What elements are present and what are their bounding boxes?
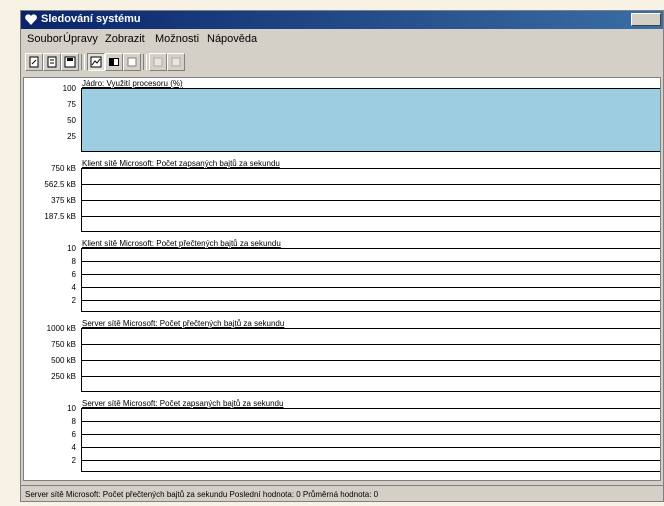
y-tick-label: 100 (62, 84, 76, 93)
gridline (82, 184, 660, 185)
gridline (82, 344, 660, 345)
graph-title: Server sítě Microsoft: Počet zapsaných b… (82, 399, 284, 408)
y-tick-label: 2 (71, 456, 76, 465)
y-tick-label: 10 (67, 404, 76, 413)
add-counter-icon (153, 57, 163, 67)
performance-monitor-window: Sledování systému Soubor Úpravy Zobrazit… (20, 10, 664, 502)
y-tick-label: 4 (71, 443, 76, 452)
y-tick-label: 2 (71, 296, 76, 305)
open-icon (47, 56, 57, 68)
gridline (82, 434, 660, 435)
cpu-usage-fill (82, 88, 660, 151)
open-button[interactable] (43, 53, 61, 71)
menu-zobrazit[interactable]: Zobrazit (105, 33, 145, 45)
client-bytes-read-graph: Klient sítě Microsoft: Počet přečtených … (24, 238, 660, 316)
gridline (82, 421, 660, 422)
gridline (82, 376, 660, 377)
y-tick-label: 75 (67, 100, 76, 109)
graph-title: Jádro: Využití procesoru (%) (82, 79, 183, 88)
status-bar: Server sítě Microsoft: Počet přečtených … (21, 485, 663, 501)
y-tick-label: 8 (71, 257, 76, 266)
remove-counter-icon (171, 57, 181, 67)
y-tick-label: 8 (71, 417, 76, 426)
y-tick-label: 562.5 kB (44, 180, 76, 189)
gridline (82, 287, 660, 288)
menu-napoveda[interactable]: Nápověda (207, 33, 257, 45)
plot-area (81, 328, 660, 392)
title-bar[interactable]: Sledování systému (21, 11, 663, 29)
cpu-usage-graph: Jádro: Využití procesoru (%) 100 75 50 2… (24, 78, 660, 156)
heart-app-icon (25, 14, 37, 25)
server-bytes-written-graph: Server sítě Microsoft: Počet zapsaných b… (24, 398, 660, 476)
gridline (82, 460, 660, 461)
gridline (82, 408, 660, 409)
gridline (82, 168, 660, 169)
toolbar-separator (143, 54, 147, 70)
server-bytes-read-graph: Server sítě Microsoft: Počet přečtených … (24, 318, 660, 396)
client-bytes-written-graph: Klient sítě Microsoft: Počet zapsaných b… (24, 158, 660, 236)
gridline (82, 274, 660, 275)
menu-bar: Soubor Úpravy Zobrazit Možnosti Nápověda (21, 30, 663, 48)
alert-view-icon (109, 58, 119, 66)
menu-moznosti[interactable]: Možnosti (155, 33, 199, 45)
plot-area (81, 168, 660, 232)
chart-view-button[interactable] (87, 53, 105, 71)
alert-view-button[interactable] (105, 53, 123, 71)
new-chart-button[interactable] (25, 53, 43, 71)
plot-area (81, 88, 660, 152)
add-counter-button[interactable] (149, 53, 167, 71)
status-text: Server sítě Microsoft: Počet přečtených … (25, 490, 379, 499)
y-tick-label: 187.5 kB (44, 212, 76, 221)
y-tick-label: 500 kB (51, 356, 76, 365)
gridline (82, 360, 660, 361)
y-tick-label: 6 (71, 430, 76, 439)
chart-view-icon (90, 56, 102, 68)
new-chart-icon (29, 56, 39, 68)
graph-area: Jádro: Využití procesoru (%) 100 75 50 2… (23, 77, 661, 481)
plot-area (81, 408, 660, 472)
gridline (82, 261, 660, 262)
graph-title: Klient sítě Microsoft: Počet zapsaných b… (82, 159, 280, 168)
y-tick-label: 1000 kB (46, 324, 76, 333)
log-view-button[interactable] (123, 53, 141, 71)
remove-counter-button[interactable] (167, 53, 185, 71)
y-tick-label: 250 kB (51, 372, 76, 381)
y-tick-label: 10 (67, 244, 76, 253)
window-controls[interactable] (631, 13, 661, 26)
gridline (82, 200, 660, 201)
window-title: Sledování systému (41, 13, 141, 25)
menu-upravy[interactable]: Úpravy (63, 33, 98, 45)
save-button[interactable] (61, 53, 79, 71)
y-tick-label: 6 (71, 270, 76, 279)
y-tick-label: 375 kB (51, 196, 76, 205)
gridline (82, 248, 660, 249)
gridline (82, 300, 660, 301)
gridline (82, 216, 660, 217)
plot-area (81, 248, 660, 312)
gridline (82, 328, 660, 329)
y-tick-label: 750 kB (51, 164, 76, 173)
y-tick-label: 25 (67, 132, 76, 141)
y-tick-label: 50 (67, 116, 76, 125)
y-tick-label: 4 (71, 283, 76, 292)
graph-title: Server sítě Microsoft: Počet přečtených … (82, 319, 285, 328)
toolbar-separator (81, 54, 85, 70)
graph-title: Klient sítě Microsoft: Počet přečtených … (82, 239, 281, 248)
gridline (82, 447, 660, 448)
menu-soubor[interactable]: Soubor (27, 33, 62, 45)
save-icon (64, 56, 76, 68)
y-tick-label: 750 kB (51, 340, 76, 349)
log-view-icon (127, 57, 137, 67)
toolbar (21, 49, 663, 75)
